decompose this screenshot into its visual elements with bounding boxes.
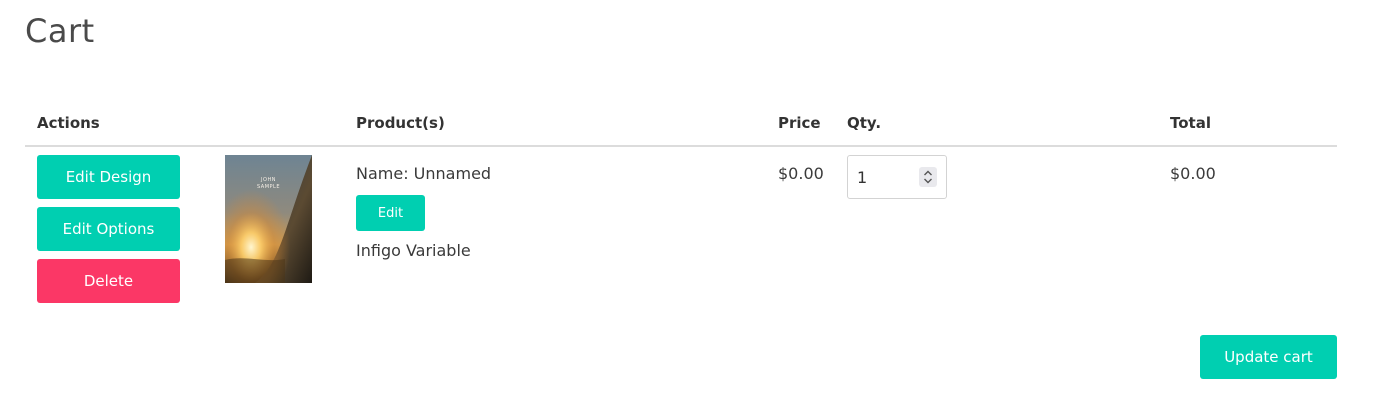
chevron-up-down-icon[interactable] <box>919 167 937 187</box>
edit-design-button[interactable]: Edit Design <box>37 155 180 199</box>
delete-button[interactable]: Delete <box>37 259 180 303</box>
product-type: Infigo Variable <box>356 241 471 260</box>
item-total: $0.00 <box>1170 164 1216 183</box>
quantity-stepper[interactable] <box>847 155 947 199</box>
item-price: $0.00 <box>778 164 824 183</box>
product-thumbnail: JOHN SAMPLE <box>225 155 312 283</box>
edit-options-button[interactable]: Edit Options <box>37 207 180 251</box>
quantity-input[interactable] <box>857 166 917 188</box>
thumbnail-text-line-2: SAMPLE <box>257 184 280 190</box>
quantity-spinner[interactable] <box>919 167 937 187</box>
product-name: Name: Unnamed <box>356 164 492 183</box>
header-qty: Qty. <box>847 114 882 132</box>
update-cart-button[interactable]: Update cart <box>1200 335 1337 379</box>
page-title: Cart <box>25 12 95 50</box>
header-divider <box>25 145 1337 147</box>
header-actions: Actions <box>37 114 100 132</box>
header-products: Product(s) <box>356 114 445 132</box>
header-total: Total <box>1170 114 1211 132</box>
header-price: Price <box>778 114 821 132</box>
thumbnail-text-line-1: JOHN <box>261 177 276 183</box>
edit-product-button[interactable]: Edit <box>356 195 425 231</box>
wave-image <box>225 155 312 283</box>
